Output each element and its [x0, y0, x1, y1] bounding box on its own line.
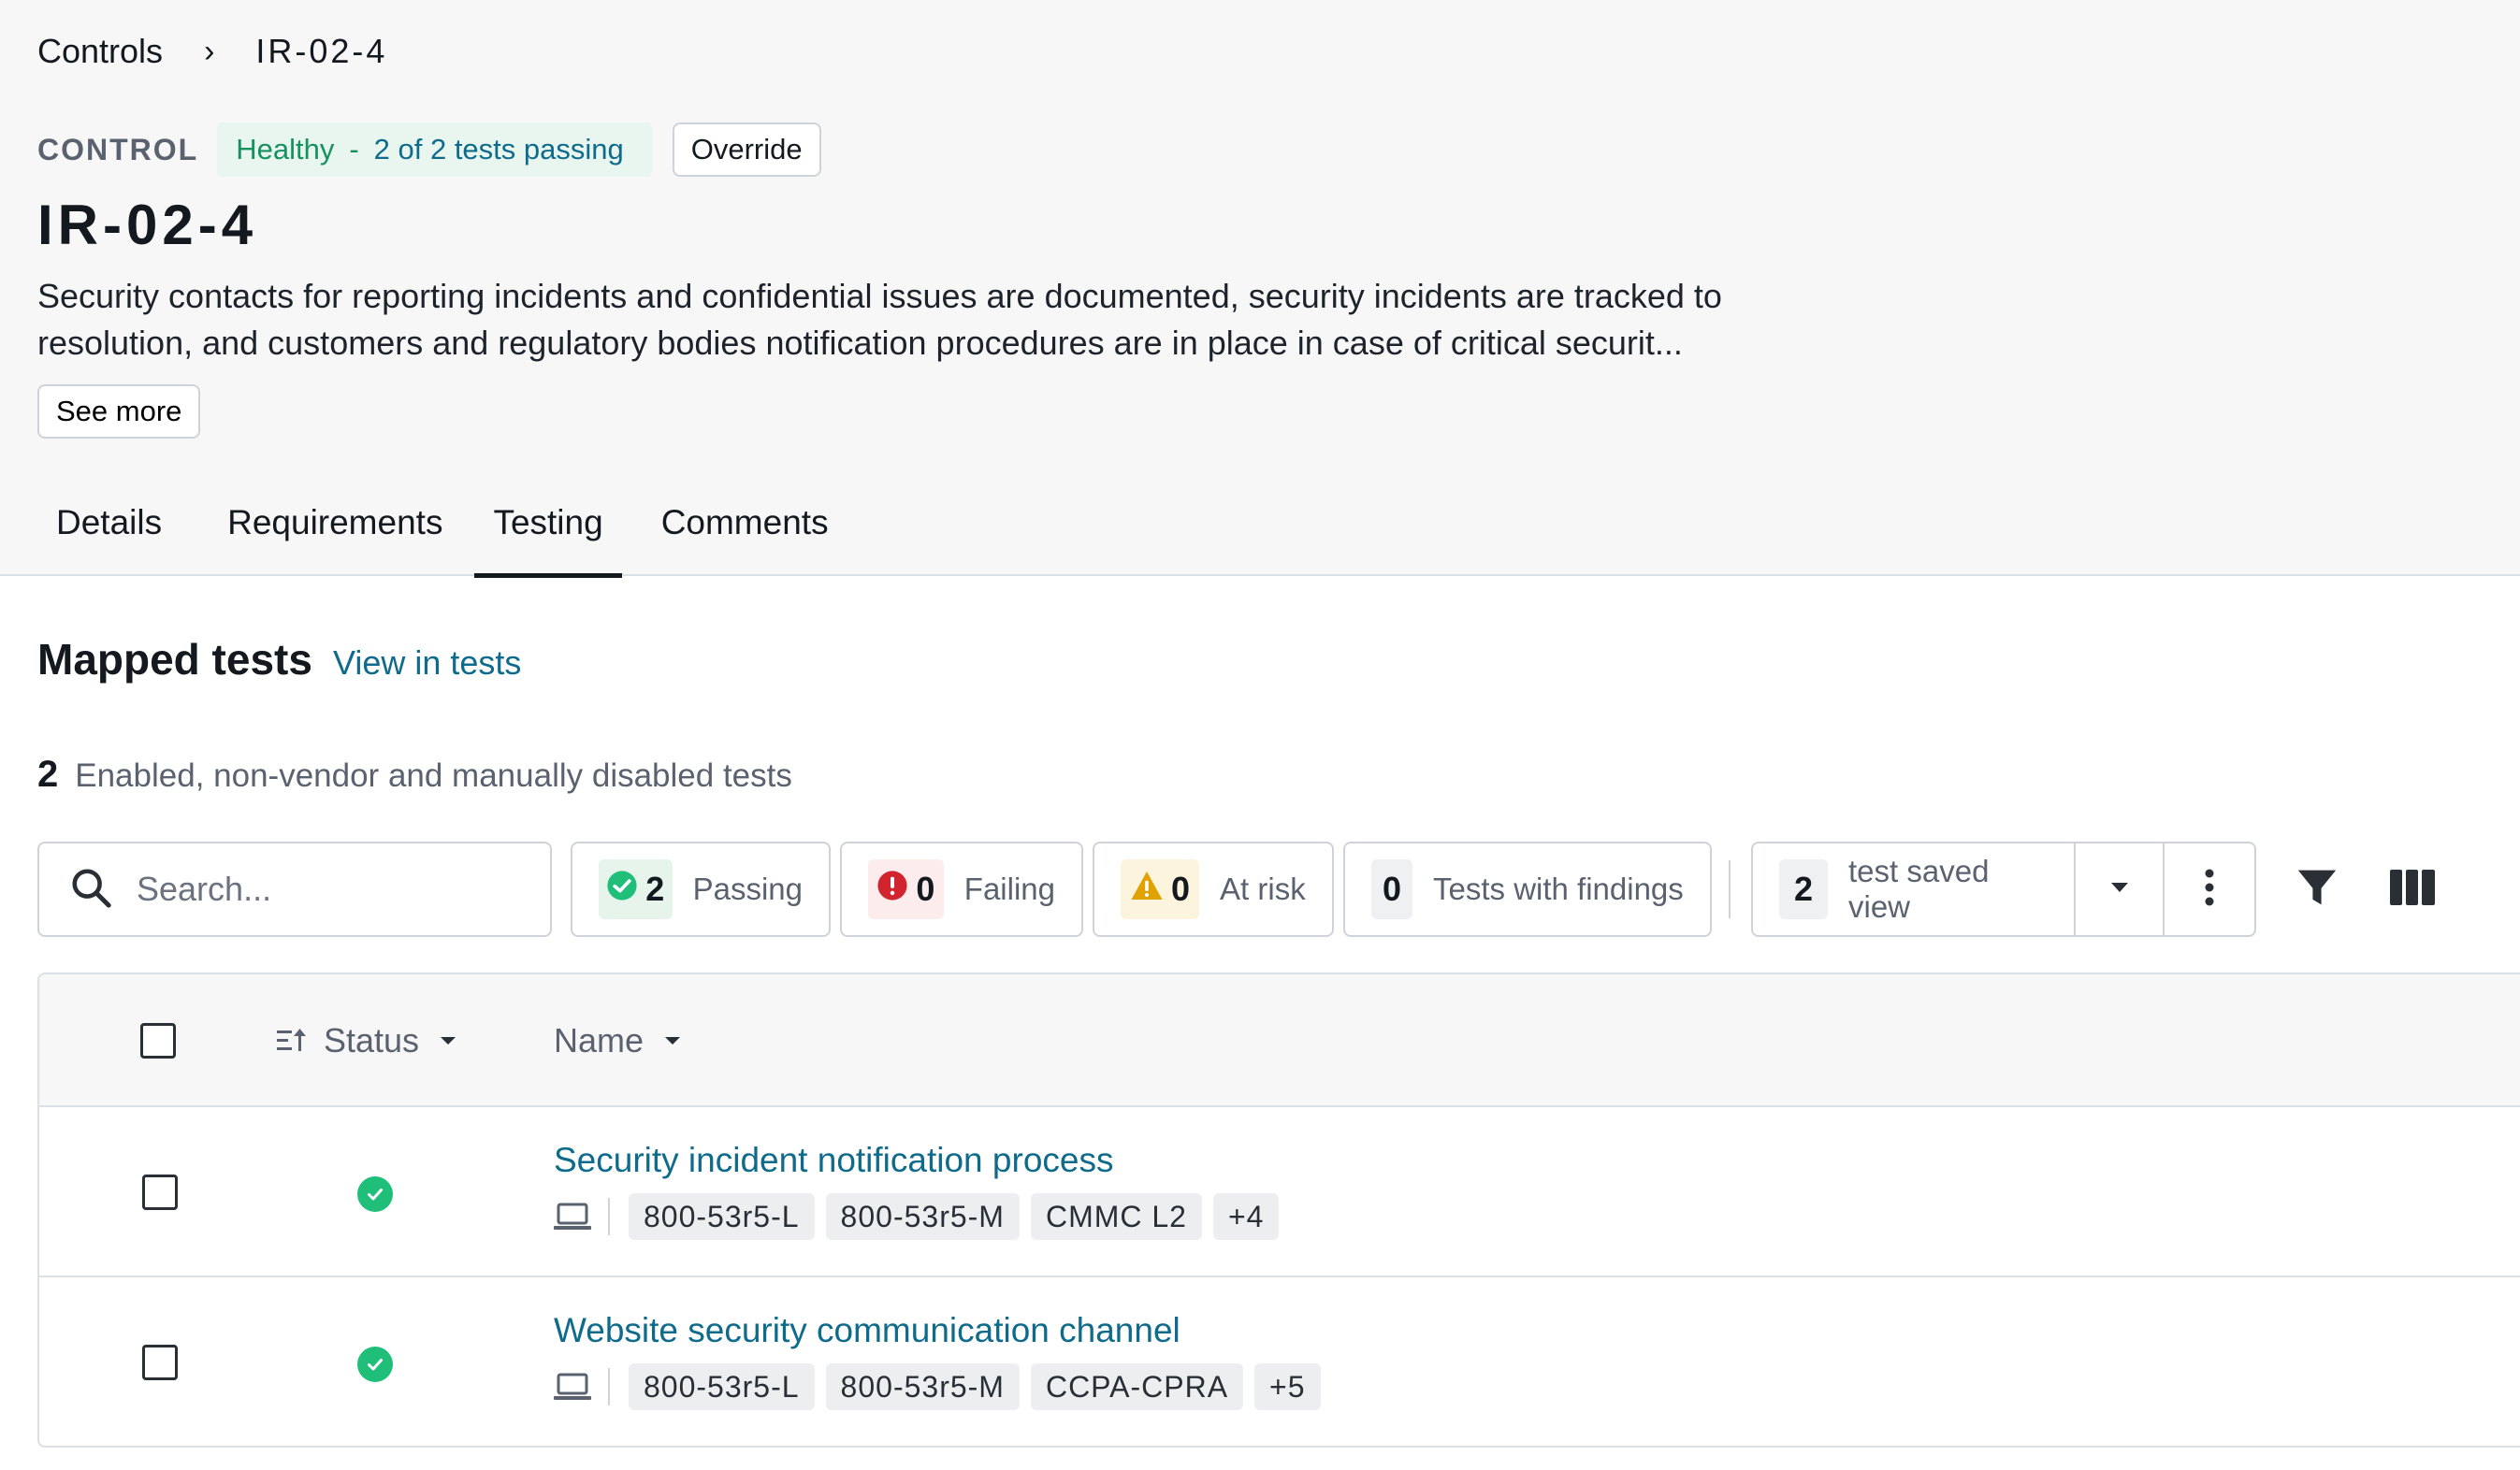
- tab-bar: Details Requirements Testing Comments: [37, 494, 847, 578]
- control-meta-row: CONTROL Healthy - 2 of 2 tests passing O…: [37, 122, 821, 178]
- failing-label: Failing: [963, 872, 1055, 906]
- health-separator: -: [349, 133, 359, 166]
- override-button[interactable]: Override: [672, 122, 821, 177]
- saved-view-label: test saved view: [1848, 854, 1990, 924]
- passing-count: 2: [645, 870, 665, 908]
- row-checkbox[interactable]: [142, 1175, 178, 1210]
- filter-funnel-icon: [2296, 867, 2338, 913]
- kebab-menu-icon: [2204, 868, 2215, 912]
- framework-tags: 800-53r5-L 800-53r5-M CCPA-CPRA +5: [554, 1363, 1332, 1410]
- more-options-button[interactable]: [2165, 843, 2254, 935]
- more-frameworks-tag[interactable]: +5: [1254, 1363, 1321, 1410]
- status-column-header[interactable]: Status: [277, 1021, 456, 1060]
- saved-view-count: 2: [1793, 870, 1814, 908]
- laptop-icon: [554, 1368, 610, 1405]
- framework-tag: CMMC L2: [1030, 1193, 1202, 1240]
- framework-tag: 800-53r5-M: [825, 1193, 1020, 1240]
- framework-tag: CCPA-CPRA: [1030, 1363, 1244, 1410]
- tab-comments[interactable]: Comments: [643, 494, 847, 576]
- mapped-tests-table: Status Name Security incident notificati…: [37, 973, 2520, 1448]
- framework-tag: 800-53r5-L: [629, 1193, 815, 1240]
- check-circle-icon: [606, 870, 638, 910]
- more-frameworks-tag[interactable]: +4: [1212, 1193, 1280, 1240]
- select-all-checkbox[interactable]: [140, 1023, 176, 1059]
- view-in-tests-link[interactable]: View in tests: [333, 643, 521, 683]
- search-input[interactable]: [137, 870, 529, 909]
- status-column-label: Status: [324, 1021, 420, 1059]
- row-checkbox[interactable]: [142, 1345, 178, 1380]
- at-risk-count-badge: 0: [1121, 859, 1200, 919]
- warning-triangle-icon: [1130, 870, 1164, 910]
- passing-filter-chip[interactable]: 2 Passing: [571, 842, 831, 937]
- filter-toolbar: 2 Passing 0 Failing 0 At risk 0 Tests wi…: [37, 842, 2488, 937]
- tests-summary: 2 Enabled, non-vendor and manually disab…: [37, 754, 792, 796]
- findings-count: 0: [1382, 870, 1402, 908]
- control-kicker: CONTROL: [37, 132, 199, 166]
- passing-status-icon: [357, 1176, 393, 1212]
- findings-label: Tests with findings: [1433, 872, 1684, 906]
- breadcrumb: Controls › IR-02-4: [37, 32, 387, 71]
- caret-down-icon: [664, 1036, 681, 1045]
- columns-button[interactable]: [2383, 860, 2441, 918]
- mapped-tests-header: Mapped tests View in tests: [37, 634, 521, 685]
- failing-filter-chip[interactable]: 0 Failing: [840, 842, 1083, 937]
- passing-count-badge: 2: [599, 859, 673, 919]
- section-title: Mapped tests: [37, 635, 312, 684]
- sort-ascending-icon: [277, 1027, 309, 1055]
- framework-tag: 800-53r5-L: [629, 1363, 815, 1410]
- tests-summary-text: Enabled, non-vendor and manually disable…: [75, 757, 792, 794]
- chevron-right-icon: ›: [204, 33, 215, 69]
- at-risk-count: 0: [1171, 870, 1191, 908]
- columns-icon: [2390, 869, 2435, 910]
- at-risk-label: At risk: [1220, 872, 1306, 906]
- tests-count: 2: [37, 754, 59, 795]
- filter-button[interactable]: [2288, 860, 2346, 918]
- findings-count-badge: 0: [1371, 859, 1412, 919]
- saved-view-count-badge: 2: [1779, 859, 1828, 919]
- search-icon: [69, 866, 112, 914]
- failing-count: 0: [916, 870, 935, 908]
- saved-view-group: 2 test saved view: [1751, 842, 2256, 937]
- passing-label: Passing: [692, 872, 803, 906]
- laptop-icon: [554, 1198, 610, 1235]
- name-column-label: Name: [554, 1021, 644, 1059]
- health-status-label: Healthy: [236, 133, 335, 166]
- table-header: Status Name: [39, 974, 2520, 1107]
- test-name-link[interactable]: Security incident notification process: [554, 1141, 1113, 1180]
- test-name-link[interactable]: Website security communication channel: [554, 1311, 1180, 1350]
- caret-down-icon: [440, 1036, 456, 1045]
- framework-tag: 800-53r5-M: [825, 1363, 1020, 1410]
- tab-details[interactable]: Details: [37, 494, 181, 576]
- control-description: Security contacts for reporting incident…: [37, 277, 1722, 362]
- error-circle-icon: [876, 870, 908, 910]
- breadcrumb-controls-link[interactable]: Controls: [37, 32, 163, 71]
- toolbar-divider: [1729, 860, 1731, 918]
- at-risk-filter-chip[interactable]: 0 At risk: [1093, 842, 1334, 937]
- breadcrumb-current: IR-02-4: [255, 32, 388, 70]
- failing-count-badge: 0: [868, 859, 944, 919]
- page-title: IR-02-4: [37, 194, 258, 256]
- table-row[interactable]: Website security communication channel 8…: [39, 1277, 2520, 1446]
- saved-view-dropdown-button[interactable]: [2076, 843, 2165, 935]
- framework-tags: 800-53r5-L 800-53r5-M CMMC L2 +4: [554, 1193, 1290, 1240]
- caret-down-icon: [2110, 881, 2129, 898]
- tab-testing[interactable]: Testing: [474, 494, 622, 578]
- health-status-badge: Healthy - 2 of 2 tests passing: [217, 122, 652, 177]
- table-row[interactable]: Security incident notification process 8…: [39, 1107, 2520, 1277]
- see-more-button[interactable]: See more: [37, 384, 201, 439]
- health-test-count: 2 of 2 tests passing: [373, 133, 624, 166]
- control-header: Controls › IR-02-4 CONTROL Healthy - 2 o…: [0, 0, 2520, 578]
- name-column-header[interactable]: Name: [554, 1021, 681, 1060]
- passing-status-icon: [357, 1347, 393, 1382]
- findings-filter-chip[interactable]: 0 Tests with findings: [1343, 842, 1712, 937]
- tab-requirements[interactable]: Requirements: [209, 494, 461, 576]
- search-box: [37, 842, 552, 937]
- saved-view-button[interactable]: 2 test saved view: [1753, 843, 2076, 935]
